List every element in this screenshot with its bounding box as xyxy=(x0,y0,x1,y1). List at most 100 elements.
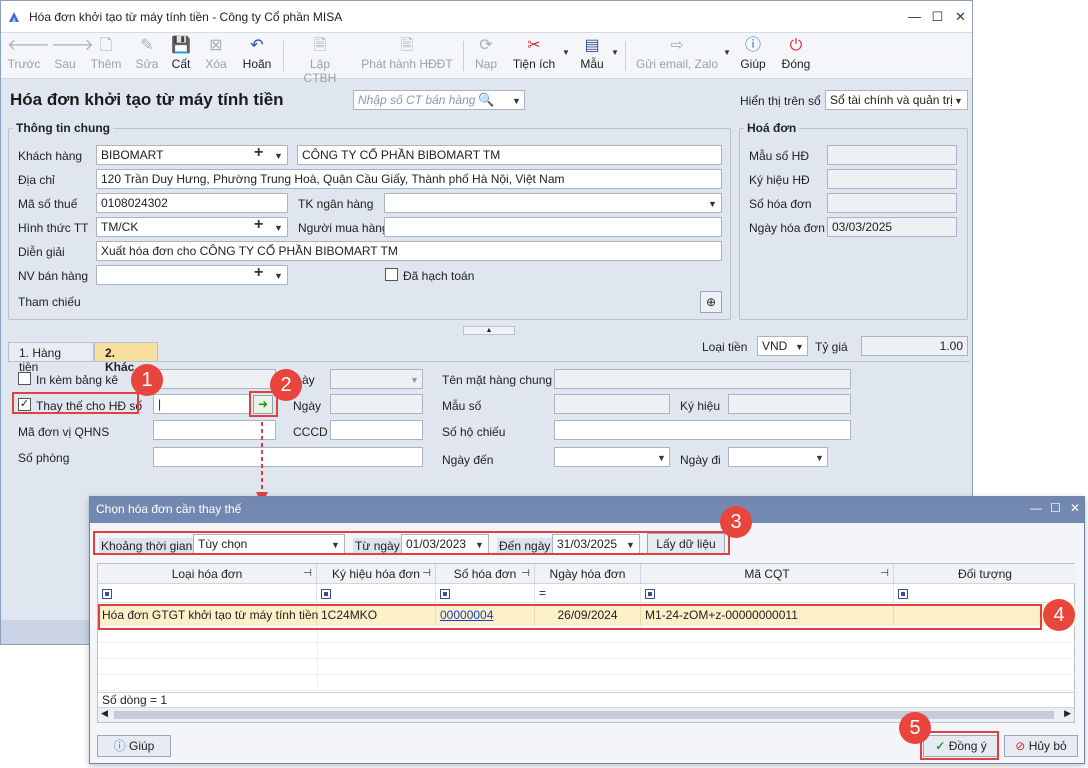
send-dropdown-icon[interactable]: ▼ xyxy=(723,48,731,57)
display-select[interactable]: Sổ tài chính và quản trị xyxy=(825,90,968,110)
filter-icon[interactable] xyxy=(321,589,331,599)
splitter-handle[interactable]: ▲ xyxy=(463,326,515,335)
scroll-left-icon[interactable]: ◀ xyxy=(101,708,108,719)
empty-row xyxy=(98,643,1076,659)
leave-date-select[interactable] xyxy=(728,447,828,467)
arrive-dropdown-icon[interactable]: ▼ xyxy=(657,453,666,463)
tab-goods[interactable]: 1. Hàng tiền xyxy=(8,342,94,374)
prev-button[interactable]: 🡐 Trước xyxy=(7,35,50,71)
filter-icon[interactable] xyxy=(645,589,655,599)
cccd-input[interactable] xyxy=(330,420,423,440)
status-band xyxy=(1,620,89,644)
tools-icon: ✂ xyxy=(527,37,541,54)
pin-icon[interactable]: ⊣ xyxy=(880,564,889,584)
maximize-button[interactable]: ☐ xyxy=(926,9,949,25)
pin-icon[interactable]: ⊣ xyxy=(303,564,312,584)
window-title: Hóa đơn khởi tạo từ máy tính tiền - Công… xyxy=(29,9,343,24)
close-button[interactable]: ⏻ Đóng xyxy=(779,35,813,71)
add-payment-icon[interactable]: + xyxy=(254,216,263,234)
rate-label: Tỷ giá xyxy=(815,340,848,354)
add-customer-icon[interactable]: + xyxy=(254,144,263,162)
add-button[interactable]: 🗋 Thêm xyxy=(89,35,123,71)
col-object-header[interactable]: Đối tượng xyxy=(894,564,1076,584)
customer-name-input[interactable]: CÔNG TY CỔ PHẦN BIBOMART TM xyxy=(297,145,722,165)
next-button[interactable]: 🡒 Sau xyxy=(51,35,94,71)
dialog-title: Chọn hóa đơn cần thay thế xyxy=(96,502,242,516)
col-symbol-header[interactable]: Ký hiệu hóa đơn ⊣ xyxy=(317,564,436,584)
passport-input[interactable] xyxy=(554,420,851,440)
filter-cqt[interactable] xyxy=(641,585,894,603)
bank-dropdown-icon[interactable]: ▼ xyxy=(708,199,717,209)
zoom-icon[interactable]: ⊕ xyxy=(700,291,722,313)
bank-select[interactable] xyxy=(384,193,722,213)
reload-button[interactable]: ⟳ Nạp xyxy=(473,35,499,71)
create-ctbh-button[interactable]: 🗎 Lập CTBH xyxy=(293,35,347,85)
payment-dropdown-icon[interactable]: ▼ xyxy=(274,223,283,233)
dialog-minimize-button[interactable]: — xyxy=(1030,501,1042,515)
edit-button[interactable]: ✎ Sửa xyxy=(133,35,161,71)
arrow-right-icon: 🡒 xyxy=(51,37,94,54)
cancel-button[interactable]: ⊘ Hủy bỏ xyxy=(1004,735,1078,757)
undo-button[interactable]: ↶ Hoãn xyxy=(239,35,275,71)
dialog-close-button[interactable]: ✕ xyxy=(1070,501,1080,515)
col-cqt-header[interactable]: Mã CQT ⊣ xyxy=(641,564,894,584)
tab-other[interactable]: 2. Khác xyxy=(94,342,158,374)
page-title: Hóa đơn khởi tạo từ máy tính tiền xyxy=(10,90,284,109)
issue-icon: 🖹 xyxy=(400,37,414,54)
sales-dropdown-icon[interactable]: ▼ xyxy=(274,271,283,281)
leave-dropdown-icon[interactable]: ▼ xyxy=(815,453,824,463)
highlight-replace xyxy=(12,392,139,414)
attach-checkbox[interactable] xyxy=(18,372,31,385)
display-dropdown-icon[interactable]: ▼ xyxy=(954,96,963,106)
issue-einvoice-button[interactable]: 🖹 Phát hành HĐĐT xyxy=(361,35,453,71)
col-date-header[interactable]: Ngày hóa đơn xyxy=(535,564,641,584)
filter-object[interactable] xyxy=(894,585,1076,603)
room-input[interactable] xyxy=(153,447,423,467)
arrive-date-select[interactable] xyxy=(554,447,670,467)
pin-icon[interactable]: ⊣ xyxy=(422,564,431,584)
close-window-button[interactable]: ✕ xyxy=(949,9,972,25)
currency-dropdown-icon[interactable]: ▼ xyxy=(795,342,804,352)
filter-date[interactable]: = xyxy=(535,585,641,603)
filter-symbol[interactable] xyxy=(317,585,436,603)
delete-button[interactable]: ⊠ Xóa xyxy=(203,35,229,71)
search-icon[interactable]: 🔍 xyxy=(478,92,494,108)
col-type-header[interactable]: Loại hóa đơn ⊣ xyxy=(98,564,317,584)
passport-label: Số hộ chiếu xyxy=(442,425,506,439)
search-input[interactable]: Nhập số CT bán hàng xyxy=(353,90,525,110)
pin-icon[interactable]: ⊣ xyxy=(521,564,530,584)
customer-dropdown-icon[interactable]: ▼ xyxy=(274,151,283,161)
utilities-dropdown-icon[interactable]: ▼ xyxy=(562,48,570,57)
template-no-input xyxy=(827,145,957,165)
template-dropdown-icon[interactable]: ▼ xyxy=(611,48,619,57)
posted-checkbox[interactable] xyxy=(385,268,398,281)
buyer-input[interactable] xyxy=(384,217,722,237)
col-number-header[interactable]: Số hóa đơn ⊣ xyxy=(436,564,535,584)
tax-code-input[interactable]: 0108024302 xyxy=(96,193,288,213)
filter-number[interactable] xyxy=(436,585,535,603)
replace-date-label: Ngày xyxy=(293,399,322,413)
scroll-right-icon[interactable]: ▶ xyxy=(1064,708,1071,719)
send-email-button[interactable]: ⇨ Gửi email, Zalo xyxy=(635,35,719,71)
filter-type[interactable] xyxy=(98,585,317,603)
dialog-help-button[interactable]: ⓘ Giúp xyxy=(97,735,171,757)
add-sales-icon[interactable]: + xyxy=(254,264,263,282)
desc-input[interactable]: Xuất hóa đơn cho CÔNG TY CỔ PHẦN BIBOMAR… xyxy=(96,241,722,261)
template-button[interactable]: ▤ Mẫu xyxy=(577,35,607,71)
step-3-badge: 3 xyxy=(720,506,752,538)
filter-icon[interactable] xyxy=(898,589,908,599)
search-dropdown-icon[interactable]: ▼ xyxy=(512,96,521,106)
utilities-button[interactable]: ✂ Tiện ích xyxy=(511,35,557,71)
title-bar: Hóa đơn khởi tạo từ máy tính tiền - Công… xyxy=(1,1,972,33)
help-button[interactable]: ⓘ Giúp xyxy=(739,35,767,71)
filter-icon[interactable] xyxy=(440,589,450,599)
replace-invoice-input[interactable]: | xyxy=(153,394,250,414)
save-button[interactable]: 💾 Cất xyxy=(169,35,193,71)
row-count: Số dòng = 1 xyxy=(102,693,168,707)
step-4-badge: 4 xyxy=(1043,599,1075,631)
dialog-maximize-button[interactable]: ☐ xyxy=(1050,501,1061,515)
minimize-button[interactable]: — xyxy=(903,9,926,25)
attach-date-dropdown-icon: ▼ xyxy=(410,375,419,385)
filter-icon[interactable] xyxy=(102,589,112,599)
address-input[interactable]: 120 Trần Duy Hưng, Phường Trung Hoà, Quậ… xyxy=(96,169,722,189)
